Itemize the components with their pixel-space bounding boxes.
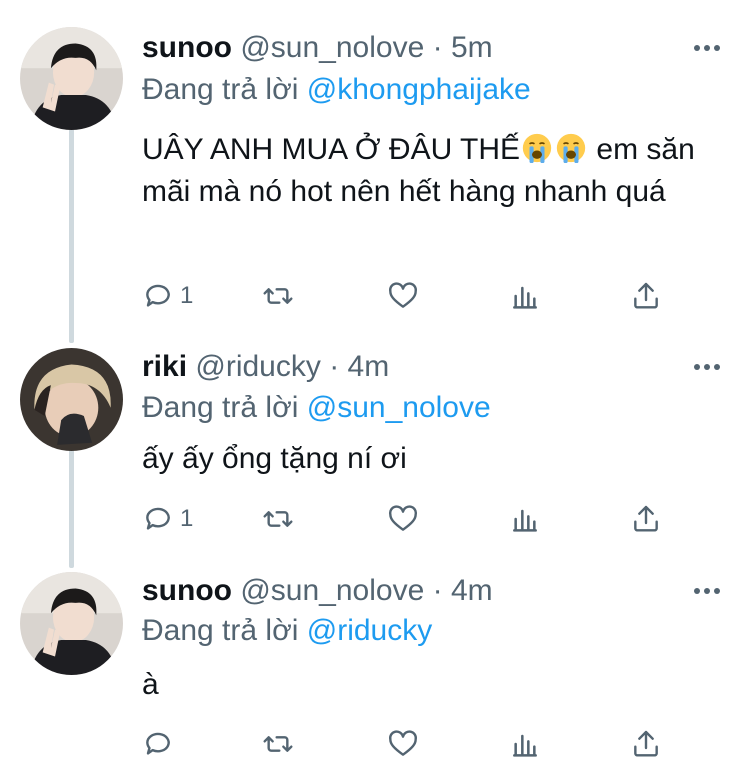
separator: · [432,31,443,64]
tweet-header: sunoo @sun_nolove · 5m [142,30,493,66]
reply-tweet[interactable]: sunoo @sun_nolove · 5m Đang trả lời @kho… [0,0,750,340]
replying-to-mention[interactable]: @khongphaijake [307,73,531,106]
analytics-icon [513,734,537,757]
separator: · [432,574,443,607]
like-icon [389,282,417,308]
reply-count: 1 [180,505,194,532]
tweet-header: riki @riducky · 4m [142,349,389,385]
reply-icon [146,507,170,530]
loudly-crying-face-icon [522,133,552,163]
share-icon [634,505,658,532]
replying-to: Đang trả lời @sun_nolove [142,390,491,426]
replying-to: Đang trả lời @riducky [142,613,432,649]
analytics-icon [513,286,537,309]
like-icon [389,505,417,531]
replying-prefix: Đang trả lời [142,73,299,106]
action-bar: 1 [142,279,672,313]
reply-count: 1 [180,282,194,309]
action-bar: 1 [142,502,672,536]
avatar[interactable] [20,348,123,451]
reply-icon [146,284,170,307]
replying-to-mention[interactable]: @riducky [307,614,432,647]
reply-button[interactable]: 1 [142,502,193,536]
handle[interactable]: @sun_nolove [240,31,424,64]
timestamp[interactable]: 4m [451,574,493,607]
like-button[interactable] [387,502,419,536]
replying-prefix: Đang trả lời [142,614,299,647]
retweet-icon [263,511,293,527]
action-bar [142,727,672,761]
analytics-icon [513,509,537,532]
retweet-icon [263,288,293,304]
retweet-icon [263,736,293,752]
tweet-text: à [142,668,159,701]
tweet-text: UÂY ANH MUA Ở ĐÂU THẾ em săn mãi mà nó h… [142,129,722,213]
analytics-button[interactable] [509,502,541,536]
like-button[interactable] [387,727,419,761]
share-button[interactable] [630,502,662,536]
more-icon[interactable] [694,363,720,371]
share-button[interactable] [630,279,662,313]
replying-prefix: Đang trả lời [142,391,299,424]
reply-button[interactable] [142,727,180,761]
replying-to: Đang trả lời @khongphaijake [142,72,531,108]
replying-to-mention[interactable]: @sun_nolove [307,391,491,424]
timestamp[interactable]: 4m [348,350,390,383]
analytics-button[interactable] [509,727,541,761]
share-button[interactable] [630,727,662,761]
handle[interactable]: @sun_nolove [240,574,424,607]
timestamp[interactable]: 5m [451,31,493,64]
tweet-text: ấy ấy ổng tặng ní ơi [142,442,407,475]
retweet-button[interactable] [262,502,294,536]
more-icon[interactable] [694,44,720,52]
retweet-button[interactable] [262,727,294,761]
share-icon [634,282,658,309]
more-icon[interactable] [694,587,720,595]
reply-tweet[interactable]: sunoo @sun_nolove · 4m Đang trả lời @rid… [0,570,750,774]
avatar[interactable] [20,572,123,675]
share-icon [634,730,658,757]
separator: · [329,350,340,383]
display-name[interactable]: sunoo [142,574,232,607]
loudly-crying-face-icon [556,133,586,163]
avatar[interactable] [20,27,123,130]
like-button[interactable] [387,279,419,313]
display-name[interactable]: sunoo [142,31,232,64]
handle[interactable]: @riducky [195,350,320,383]
display-name[interactable]: riki [142,350,187,383]
retweet-button[interactable] [262,279,294,313]
reply-button[interactable]: 1 [142,279,193,313]
tweet-header: sunoo @sun_nolove · 4m [142,573,493,609]
reply-icon [146,732,170,755]
analytics-button[interactable] [509,279,541,313]
tweet-text-part: UÂY ANH MUA Ở ĐÂU THẾ [142,133,521,166]
like-icon [389,730,417,756]
reply-tweet[interactable]: riki @riducky · 4m Đang trả lời @sun_nol… [0,340,750,570]
